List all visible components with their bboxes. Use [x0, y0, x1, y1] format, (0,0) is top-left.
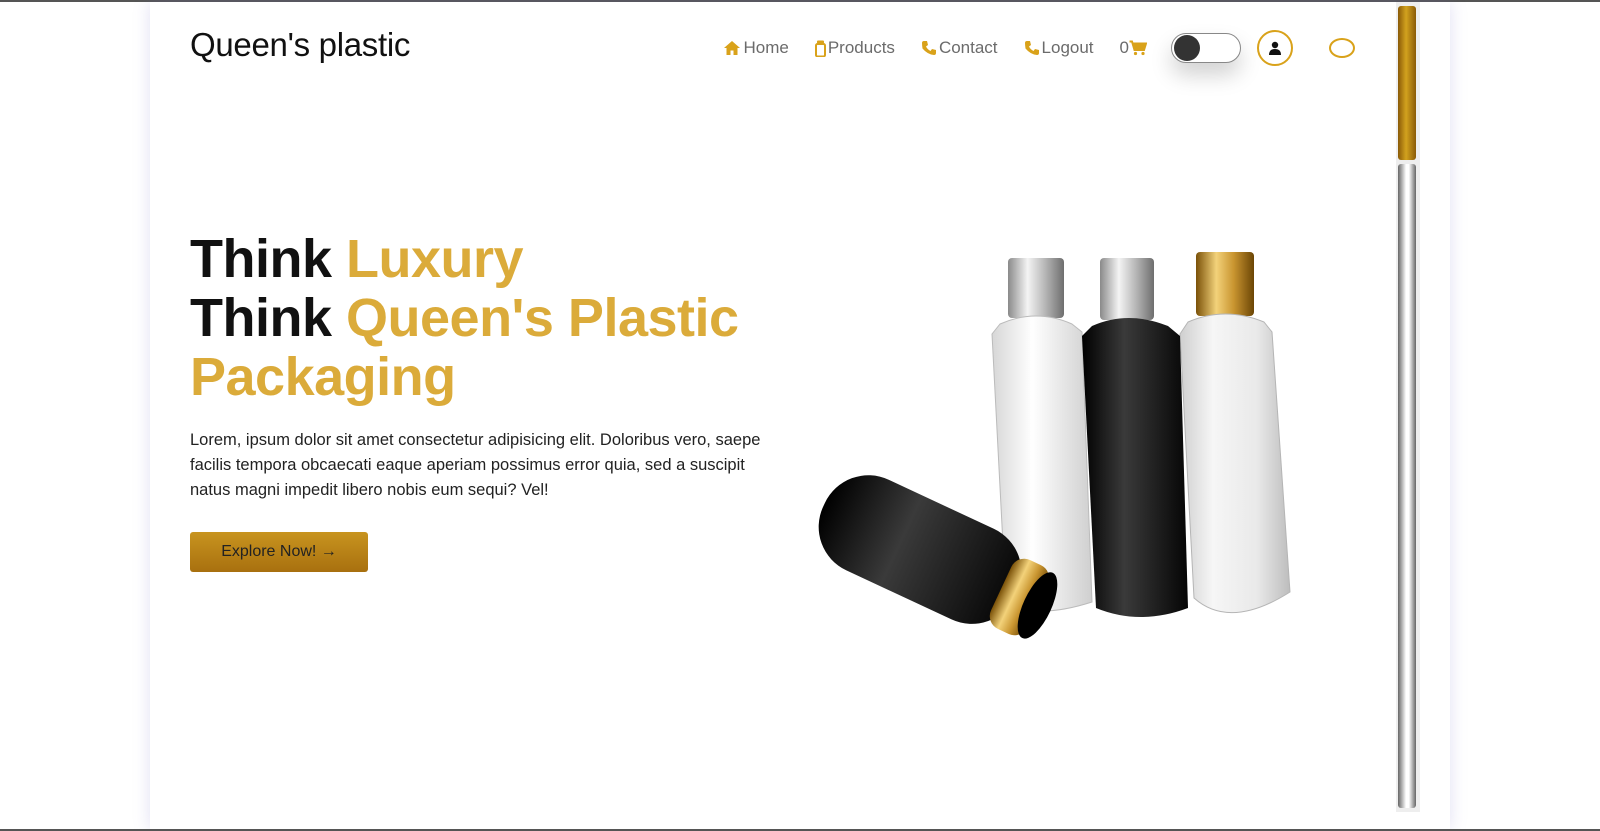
cart-icon — [1129, 40, 1147, 56]
product-bottles-image — [818, 252, 1291, 639]
hero-line2-highlight: Queen's Plastic — [346, 288, 739, 348]
hero-description: Lorem, ipsum dolor sit amet consectetur … — [190, 431, 761, 499]
nav-logout-link[interactable]: Logout — [1024, 38, 1094, 58]
page-scrollbar[interactable] — [1396, 2, 1420, 812]
scrollbar-track — [1398, 164, 1416, 808]
nav-products-label: Products — [827, 38, 895, 57]
cart-button[interactable]: 0 — [1120, 38, 1147, 58]
bottle-icon — [814, 40, 826, 57]
hero-title: Think Luxury Think Queen's Plastic Packa… — [190, 230, 739, 407]
user-icon — [1269, 41, 1281, 55]
scrollbar-thumb[interactable] — [1398, 6, 1416, 160]
cart-count: 0 — [1119, 38, 1129, 57]
menu-oval-button[interactable] — [1329, 38, 1355, 58]
home-icon — [724, 41, 741, 55]
nav-home-label: Home — [743, 38, 789, 57]
main-nav: Home Products Contact Logout 0 — [697, 30, 1355, 66]
nav-home-link[interactable]: Home — [723, 38, 789, 58]
hero-line1-highlight: Luxury — [346, 229, 524, 289]
page-container: Queen's plastic Home Products Contact Lo… — [150, 2, 1450, 829]
nav-contact-link[interactable]: Contact — [921, 38, 998, 58]
user-account-button[interactable] — [1257, 30, 1293, 66]
phone-icon — [1024, 41, 1039, 55]
explore-now-button[interactable]: Explore Now! → — [190, 532, 368, 572]
brand-logo[interactable]: Queen's plastic — [190, 26, 410, 64]
nav-contact-label: Contact — [938, 38, 998, 57]
hero-line1-prefix: Think — [190, 229, 332, 289]
nav-products-link[interactable]: Products — [814, 38, 895, 58]
theme-toggle[interactable] — [1171, 33, 1241, 63]
nav-logout-label: Logout — [1041, 38, 1094, 57]
hero-line2-prefix: Think — [190, 288, 332, 348]
hero-line3-highlight: Packaging — [190, 347, 456, 407]
phone-icon — [921, 41, 936, 55]
theme-toggle-knob — [1174, 35, 1200, 61]
